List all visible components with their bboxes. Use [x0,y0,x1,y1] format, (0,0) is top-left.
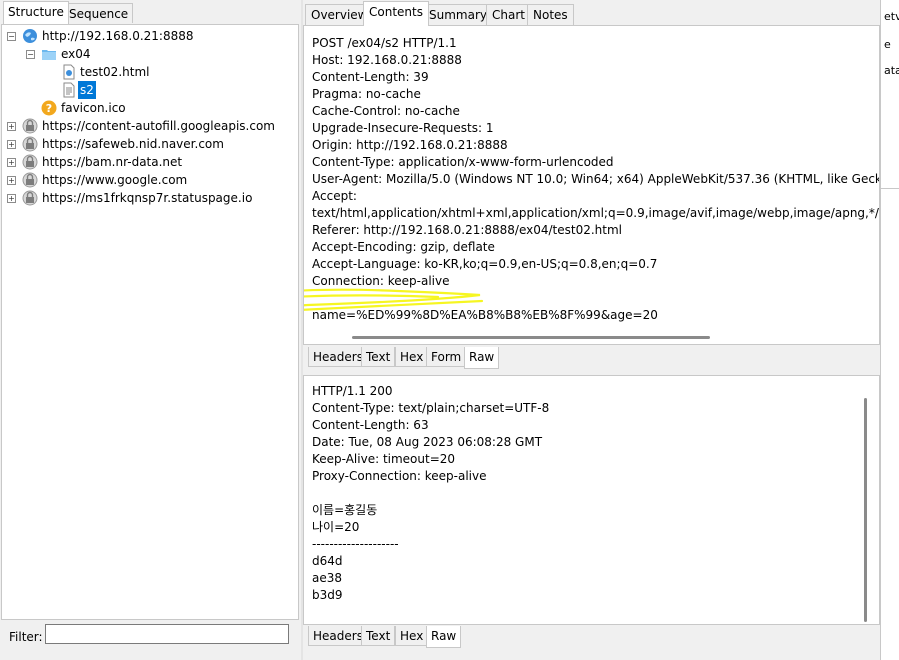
expand-icon[interactable]: + [7,140,16,149]
response-body-line: ae38 [312,571,343,585]
lock-host-icon [22,172,38,188]
request-line: Origin: http://192.168.0.21:8888 [312,138,508,152]
response-body-line: -------------------- [312,537,399,551]
request-line: User-Agent: Mozilla/5.0 (Windows NT 10.0… [312,172,880,186]
tree-label-folder: ex04 [61,47,91,61]
response-tab-headers[interactable]: Headers [308,626,368,646]
tab-sequence[interactable]: Sequence [64,3,134,23]
tree-node-host[interactable]: − http://192.168.0.21:8888 [2,27,292,45]
request-line: Content-Type: application/x-www-form-url… [312,155,614,169]
response-line: Keep-Alive: timeout=20 [312,452,456,466]
tree-node-host-collapsed[interactable]: + https://content-autofill.googleapis.co… [2,117,292,135]
tree-label-host: https://ms1frkqnsp7r.statuspage.io [42,191,253,205]
response-line: Date: Tue, 08 Aug 2023 06:08:28 GMT [312,435,543,449]
response-tab-hex[interactable]: Hex [395,626,429,646]
svg-text:?: ? [46,102,52,115]
expand-icon[interactable]: + [7,158,16,167]
clipped-text: e [884,38,891,51]
tree-node-file-selected[interactable]: s2 [2,81,292,99]
tree-label-file: test02.html [80,65,150,79]
request-line: Upgrade-Insecure-Requests: 1 [312,121,494,135]
tree-label-host: https://content-autofill.googleapis.com [42,119,275,133]
request-line: Cache-Control: no-cache [312,104,460,118]
response-body-line: 나이=20 [312,520,360,534]
tree-label-file-selected: s2 [78,81,96,99]
tree-node-folder[interactable]: − ex04 [2,45,292,63]
response-panel: HTTP/1.1 200 Content-Type: text/plain;ch… [303,375,880,625]
tree-node-host-collapsed[interactable]: + https://ms1frkqnsp7r.statuspage.io [2,189,292,207]
request-tab-hex[interactable]: Hex [395,347,429,367]
request-line: Accept-Language: ko-KR,ko;q=0.9,en-US;q=… [312,257,658,271]
clipped-text: etv [884,10,899,23]
response-body-line: b3d9 [312,588,343,602]
vertical-scrollbar[interactable] [864,398,867,622]
request-tab-form[interactable]: Form [426,347,467,367]
html-file-icon [63,64,75,80]
globe-icon [23,29,37,43]
folder-icon [42,50,56,60]
tab-summary[interactable]: Summary [423,4,493,25]
filter-label: Filter: [9,630,43,644]
clipped-text: ata [884,64,899,77]
tab-contents[interactable]: Contents [363,1,429,26]
request-line: Accept-Encoding: gzip, deflate [312,240,495,254]
text-file-icon [63,82,75,98]
collapse-icon[interactable]: − [26,50,35,59]
lock-host-icon [22,136,38,152]
response-line: HTTP/1.1 200 [312,384,393,398]
structure-tree: − http://192.168.0.21:8888 − ex04 test02… [1,24,299,620]
question-icon: ? [41,100,57,116]
tree-node-host-collapsed[interactable]: + https://safeweb.nid.naver.com [2,135,292,153]
collapse-icon[interactable]: − [7,32,16,41]
filter-input[interactable] [45,624,289,644]
structure-pane: Structure Sequence − http://192.168.0.21… [0,0,301,660]
horizontal-scrollbar[interactable] [352,336,710,339]
expand-icon[interactable]: + [7,122,16,131]
tree-node-host-collapsed[interactable]: + https://bam.nr-data.net [2,153,292,171]
tree-label-host: https://www.google.com [42,173,188,187]
tree-node-file[interactable]: test02.html [2,63,292,81]
request-tab-text[interactable]: Text [361,347,396,367]
response-body-line: 이름=홍길동 [312,503,378,517]
divider [881,188,899,189]
highlight-scribble [304,288,484,311]
request-line: POST /ex04/s2 HTTP/1.1 [312,36,457,50]
tree-label-favicon: favicon.ico [61,101,126,115]
response-line: Content-Type: text/plain;charset=UTF-8 [312,401,550,415]
lock-host-icon [22,118,38,134]
filter-row: Filter: [0,622,301,652]
left-tabbar: Structure Sequence [0,0,301,24]
detail-pane: Overview Contents Summary Chart Notes PO… [303,0,880,660]
tab-structure[interactable]: Structure [3,1,69,24]
tab-notes[interactable]: Notes [527,4,574,25]
request-line: Pragma: no-cache [312,87,421,101]
response-tab-raw[interactable]: Raw [426,626,462,648]
request-tab-raw[interactable]: Raw [464,347,500,369]
clipped-side-pane: etv e ata [880,0,899,660]
response-body-line: d64d [312,554,343,568]
request-line: Host: 192.168.0.21:8888 [312,53,462,67]
tab-chart[interactable]: Chart [486,4,531,25]
response-tab-text[interactable]: Text [361,626,396,646]
tree-label-host: https://safeweb.nid.naver.com [42,137,224,151]
tree-label-host: http://192.168.0.21:8888 [42,29,194,43]
tree-node-host-collapsed[interactable]: + https://www.google.com [2,171,292,189]
request-tab-headers[interactable]: Headers [308,347,368,367]
tree-node-favicon[interactable]: ? favicon.ico [2,99,292,117]
response-line: Proxy-Connection: keep-alive [312,469,487,483]
expand-icon[interactable]: + [7,176,16,185]
response-line: Content-Length: 63 [312,418,429,432]
lock-host-icon [22,154,38,170]
request-line: Content-Length: 39 [312,70,429,84]
request-line: Accept: [312,189,357,203]
request-panel: POST /ex04/s2 HTTP/1.1 Host: 192.168.0.2… [303,25,880,345]
request-line: Referer: http://192.168.0.21:8888/ex04/t… [312,223,623,237]
expand-icon[interactable]: + [7,194,16,203]
request-line: text/html,application/xhtml+xml,applicat… [312,206,879,220]
lock-host-icon [22,190,38,206]
tree-label-host: https://bam.nr-data.net [42,155,183,169]
